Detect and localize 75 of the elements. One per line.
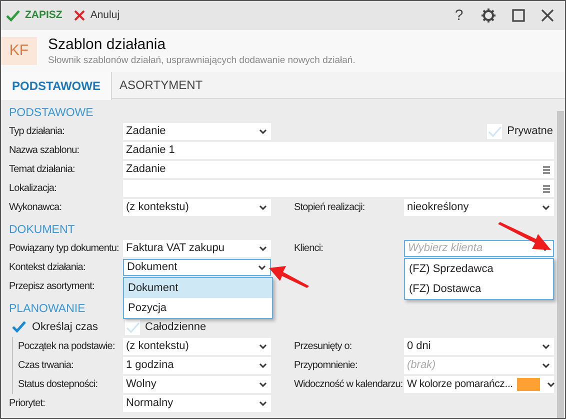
section-heading: PODSTAWOWE [9, 106, 94, 122]
tab[interactable]: PODSTAWOWE [1, 72, 112, 100]
logo-badge: KF [1, 37, 37, 65]
arrow-drawing [498, 222, 552, 252]
field-label: Status dostepności: [18, 378, 98, 392]
maximize-button[interactable] [512, 9, 525, 22]
dropdown-option[interactable]: Pozycja [124, 298, 272, 318]
square-icon [512, 9, 525, 22]
check-icon [6, 9, 20, 22]
field-label: Czas trwania: [18, 359, 74, 373]
field-label: Lokalizacja: [9, 182, 56, 196]
field-label: Temat działania: [9, 163, 75, 177]
field-label: Początek na podstawie: [18, 340, 115, 354]
window-subtitle: Słownik szablonów działań, usprawniających dodawanie nowych działań. [48, 54, 356, 68]
chevron-icon [258, 265, 266, 270]
menu-icon [543, 166, 550, 174]
checkbox[interactable] [487, 124, 502, 139]
dropdown-option[interactable]: (FZ) Sprzedawca [405, 259, 553, 279]
dropdown[interactable]: (z kontekstu) [123, 199, 271, 216]
chevron-icon [542, 205, 550, 210]
section-heading: PLANOWANIE [9, 302, 86, 318]
dropdown[interactable]: nieokreślony [404, 199, 554, 216]
section-heading: DOKUMENT [9, 223, 75, 238]
help-button[interactable]: ? [453, 8, 465, 23]
chevron-icon [259, 401, 267, 406]
checkbox-label: Określaj czas [32, 320, 98, 336]
window-title: Szablon działania [48, 34, 167, 54]
scrollbar-thumb[interactable] [557, 111, 564, 418]
dropdown[interactable]: (z kontekstu) [123, 338, 271, 355]
checkbox-label: Całodzienne [145, 320, 206, 336]
field-label: Priorytet: [9, 397, 46, 411]
field-label: Wykonawca: [9, 201, 62, 215]
field-label: Przypomnienie: [294, 359, 358, 373]
field-label: Przesunięty o: [294, 340, 352, 354]
dropdown[interactable]: 0 dni [404, 338, 554, 355]
cancel-button[interactable]: Anuluj [74, 4, 120, 26]
dropdown[interactable]: 1 godzina [123, 357, 271, 374]
field-label: Nazwa szablonu: [9, 144, 80, 158]
close-button[interactable] [541, 9, 554, 22]
chevron-icon [542, 344, 550, 349]
settings-button[interactable] [481, 8, 496, 23]
input-field[interactable] [123, 180, 554, 197]
dropdown-option[interactable]: Dokument [124, 278, 272, 298]
chevron-icon [259, 363, 267, 368]
field-label: Typ działania: [9, 125, 65, 139]
menu-icon [543, 184, 550, 192]
dropdown-option[interactable]: (FZ) Dostawca [405, 279, 553, 299]
dropdown[interactable]: Normalny [123, 395, 271, 412]
chevron-icon [259, 246, 267, 251]
field-label: Stopień realizacji: [294, 201, 365, 215]
dropdown[interactable]: Wolny [123, 376, 271, 393]
chevron-icon [259, 205, 267, 210]
dropdown[interactable]: Faktura VAT zakupu [123, 240, 271, 257]
settings-icon [481, 8, 496, 23]
chevron-icon [259, 129, 267, 134]
chevron-icon [546, 382, 555, 387]
input-field[interactable]: Zadanie 1 [123, 142, 554, 159]
close-icon [541, 9, 554, 22]
dropdown[interactable]: W kolorze pomarańcz... [404, 376, 554, 393]
arrow-drawing [269, 263, 309, 288]
checkbox[interactable] [125, 320, 140, 335]
chevron-icon [259, 344, 267, 349]
tab[interactable]: ASORTYMENT [112, 72, 210, 98]
checkbox-label: Prywatne [507, 124, 553, 140]
field-label: Klienci: [294, 242, 324, 256]
field-label: Kontekst działania: [9, 261, 86, 275]
field-label: Widoczność w kalendarzu: [294, 378, 403, 392]
checkbox[interactable] [12, 320, 27, 335]
close-icon [74, 10, 86, 21]
field-label: Powiązany typ dokumentu: [9, 242, 119, 256]
input-field[interactable]: Zadanie [123, 161, 554, 178]
dropdown[interactable]: Zadanie [123, 123, 271, 140]
field-label: Przepisz asortyment: [9, 280, 94, 294]
chevron-icon [542, 363, 550, 368]
chevron-icon [259, 382, 267, 387]
